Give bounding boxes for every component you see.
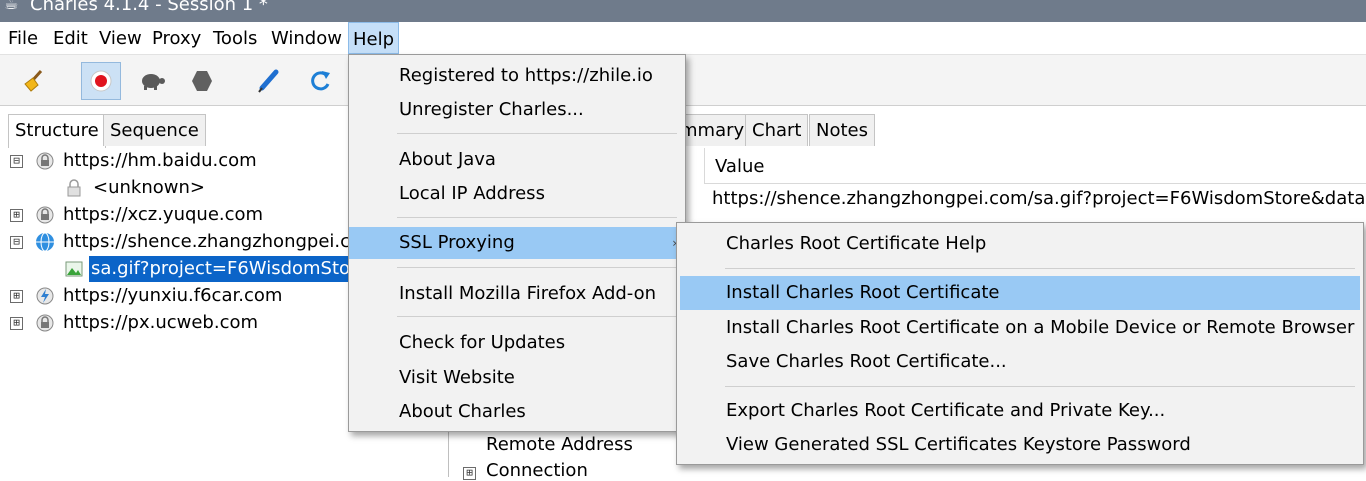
tree-node-label-selected: sa.gif?project=F6WisdomStor — [89, 256, 360, 282]
help-menu: Registered to https://zhile.io Unregiste… — [348, 54, 686, 432]
compose-button[interactable] — [248, 62, 288, 100]
repeat-button[interactable] — [300, 62, 340, 100]
breakpoints-button[interactable] — [182, 62, 222, 100]
menu-proxy[interactable]: Proxy — [148, 22, 205, 54]
window-title: Charles 4.1.4 - Session 1 * — [30, 0, 268, 15]
charles-app-icon: ☕ — [4, 0, 19, 13]
menu-item-about-charles[interactable]: About Charles — [349, 396, 685, 428]
tree-node-label: <unknown> — [93, 177, 205, 198]
menu-item-keystore-password[interactable]: View Generated SSL Certificates Keystore… — [677, 428, 1363, 462]
globe-icon — [36, 232, 54, 252]
stop-hexagon-icon — [192, 71, 212, 91]
expand-toggle[interactable]: ⊞ — [10, 317, 23, 330]
lock-globe-icon — [36, 152, 54, 170]
menu-item-about-java[interactable]: About Java — [349, 144, 685, 176]
ssl-proxying-submenu: Charles Root Certificate Help Install Ch… — [676, 222, 1364, 465]
menu-item-install-root-cert[interactable]: Install Charles Root Certificate — [680, 276, 1360, 310]
tab-structure[interactable]: Structure — [8, 114, 106, 148]
menu-view[interactable]: View — [95, 22, 146, 54]
menu-item-visit-website[interactable]: Visit Website — [349, 362, 685, 394]
throttle-button[interactable] — [132, 62, 172, 100]
record-button[interactable] — [81, 62, 121, 100]
lock-globe-icon — [36, 314, 54, 332]
menu-item-save-root-cert[interactable]: Save Charles Root Certificate... — [677, 345, 1363, 379]
tree-node-label: https://yunxiu.f6car.com — [63, 285, 283, 306]
menu-separator — [397, 133, 677, 134]
tree-node-label: https://hm.baidu.com — [63, 150, 257, 171]
expand-toggle[interactable]: ⊞ — [463, 467, 476, 480]
broom-icon — [24, 69, 43, 92]
menu-window[interactable]: Window — [267, 22, 346, 54]
menu-separator — [397, 267, 677, 268]
request-url-value: https://shence.zhangzhongpei.com/sa.gif?… — [712, 188, 1366, 209]
record-icon — [90, 70, 112, 92]
menu-item-registered[interactable]: Registered to https://zhile.io — [349, 60, 685, 92]
expand-toggle[interactable]: ⊞ — [10, 290, 23, 303]
menu-item-unregister[interactable]: Unregister Charles... — [349, 94, 685, 126]
menu-edit[interactable]: Edit — [49, 22, 92, 54]
menu-help[interactable]: Help — [348, 22, 400, 54]
menu-item-ssl-proxying[interactable]: SSL Proxying › — [349, 227, 685, 259]
value-column-header[interactable]: Value — [704, 148, 1366, 184]
title-bar: ☕ Charles 4.1.4 - Session 1 * — [0, 0, 1366, 22]
tree-node-label: https://xcz.yuque.com — [63, 204, 264, 225]
pen-icon — [258, 69, 279, 93]
refresh-icon — [311, 71, 330, 91]
menu-separator — [725, 268, 1355, 269]
lock-globe-icon — [36, 206, 54, 224]
menu-item-export-cert-key[interactable]: Export Charles Root Certificate and Priv… — [677, 394, 1363, 428]
tab-chart[interactable]: Chart — [745, 114, 809, 146]
expand-toggle[interactable]: ⊞ — [10, 209, 23, 222]
collapse-toggle[interactable]: ⊟ — [10, 155, 23, 168]
turtle-icon — [142, 74, 165, 90]
clear-session-button[interactable] — [14, 62, 54, 100]
lock-icon — [67, 179, 81, 197]
menu-file[interactable]: File — [4, 22, 42, 54]
menu-separator — [725, 386, 1355, 387]
tree-node-label: https://px.ucweb.com — [63, 312, 259, 333]
menu-item-firefox-addon[interactable]: Install Mozilla Firefox Add-on — [349, 278, 685, 310]
menu-item-local-ip[interactable]: Local IP Address — [349, 178, 685, 210]
tab-notes[interactable]: Notes — [809, 114, 875, 146]
tree-node-label: https://shence.zhangzhongpei.co — [63, 231, 362, 252]
menu-separator — [397, 217, 677, 218]
menu-separator — [397, 316, 677, 317]
bolt-icon — [36, 287, 54, 305]
menu-item-install-cert-mobile[interactable]: Install Charles Root Certificate on a Mo… — [677, 311, 1363, 345]
image-icon — [65, 261, 83, 277]
menu-item-root-cert-help[interactable]: Charles Root Certificate Help — [677, 227, 1363, 261]
connection-label[interactable]: Connection — [486, 460, 588, 481]
menu-item-check-updates[interactable]: Check for Updates — [349, 327, 685, 359]
collapse-toggle[interactable]: ⊟ — [10, 236, 23, 249]
menu-bar: File Edit View Proxy Tools Window Help — [0, 22, 1366, 55]
tab-sequence[interactable]: Sequence — [103, 114, 206, 146]
menu-tools[interactable]: Tools — [209, 22, 261, 54]
remote-address-label: Remote Address — [486, 434, 633, 455]
